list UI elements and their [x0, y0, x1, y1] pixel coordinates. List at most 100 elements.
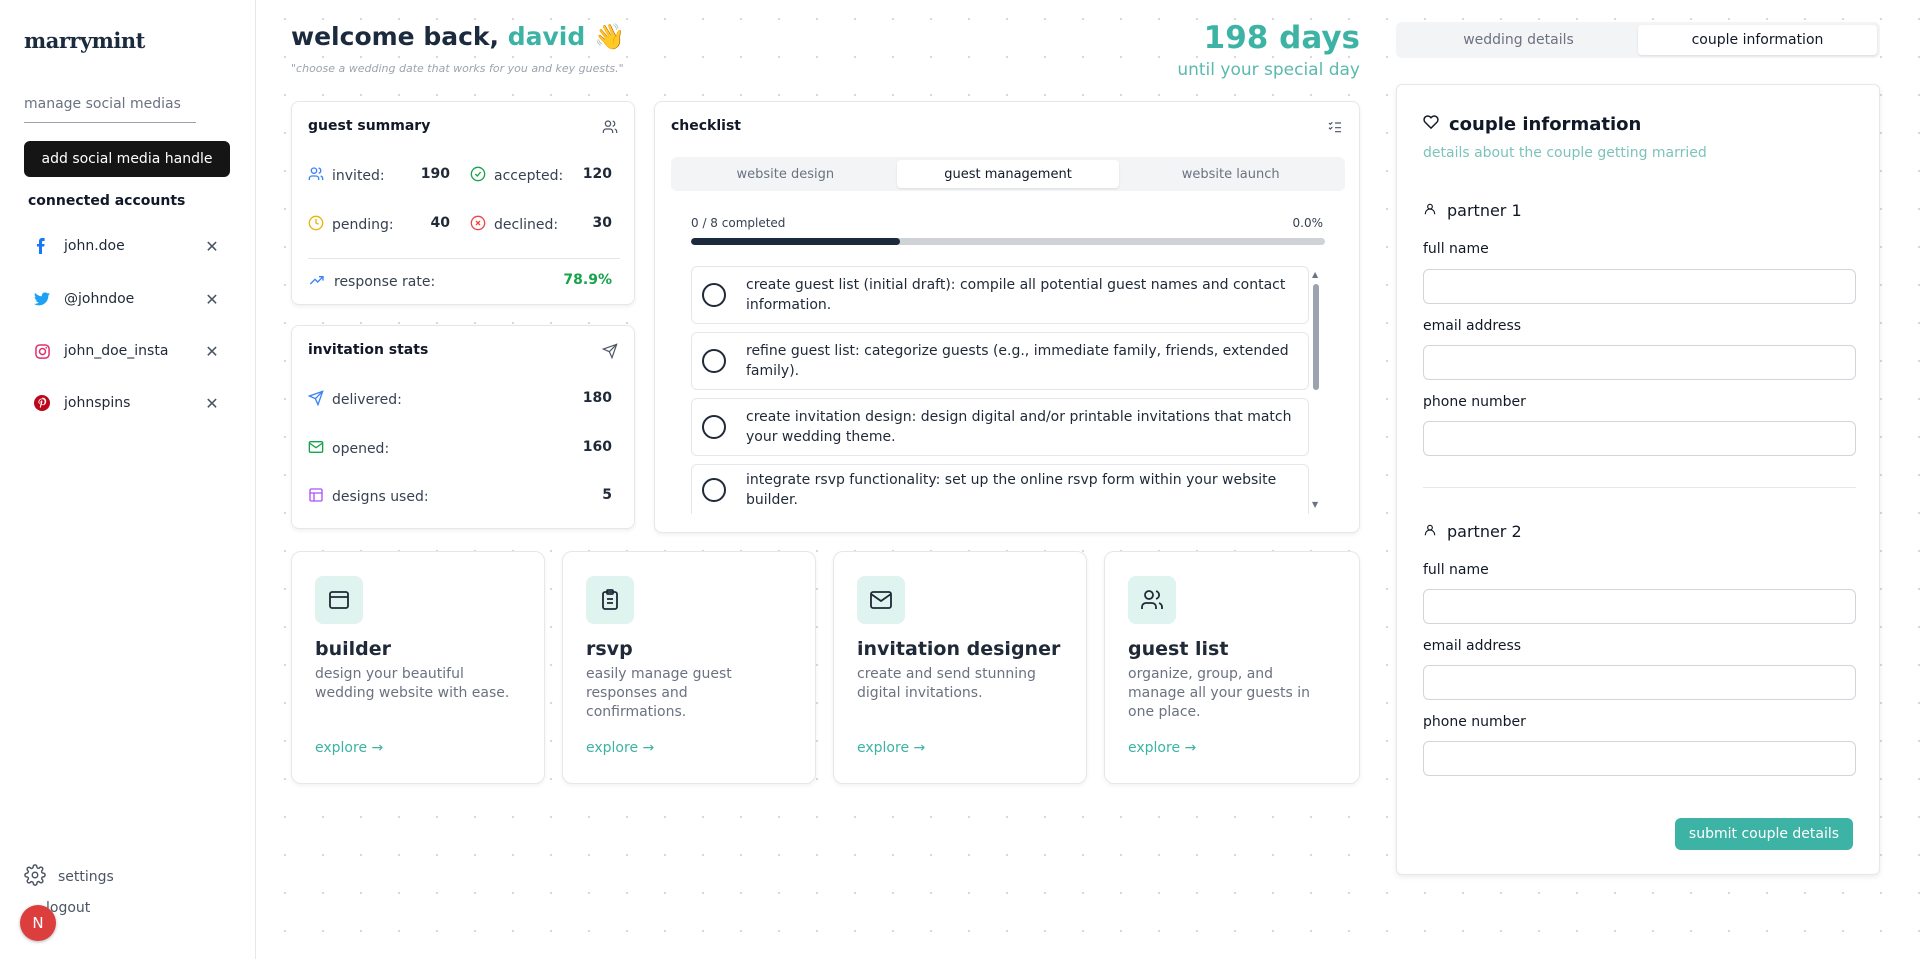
user-icon — [1423, 522, 1437, 541]
checkbox-circle[interactable] — [702, 349, 726, 373]
declined-stat: declined: — [470, 215, 558, 235]
app-logo[interactable]: marrymint — [24, 28, 145, 53]
checklist-card: checklist website design guest managemen… — [654, 101, 1360, 533]
accepted-label: accepted: — [494, 168, 564, 184]
settings-link[interactable]: settings — [24, 864, 114, 890]
account-row-pinterest: johnspins ✕ — [34, 391, 220, 415]
invited-stat: invited: — [308, 166, 385, 186]
task-text: create guest list (initial draft): compi… — [746, 277, 1286, 313]
details-tabs: wedding details couple information — [1396, 22, 1880, 58]
invitation-stats-card: invitation stats delivered: 180 opened: … — [291, 325, 635, 529]
scroll-down-arrow-icon[interactable]: ▼ — [1312, 500, 1318, 509]
guest-summary-card: guest summary invited: 190 accepted: 120… — [291, 101, 635, 305]
progress-bar-fill — [691, 238, 901, 245]
countdown-subtitle: until your special day — [1177, 60, 1360, 80]
partner-2-email-label: email address — [1423, 638, 1522, 654]
pending-stat: pending: — [308, 215, 394, 235]
accepted-value: 120 — [582, 166, 612, 182]
explore-link[interactable]: explore → — [1128, 740, 1196, 756]
remove-account-icon[interactable]: ✕ — [204, 342, 220, 361]
clipboard-icon — [586, 576, 634, 624]
add-social-media-handle-button[interactable]: add social media handle — [24, 141, 230, 177]
response-rate-label: response rate: — [334, 274, 436, 290]
divider — [308, 258, 620, 259]
guest-summary-title: guest summary — [308, 118, 431, 134]
progress-percent: 0.0% — [1292, 216, 1324, 230]
twitter-icon — [34, 291, 50, 307]
checklist-item[interactable]: refine guest list: categorize guests (e.… — [691, 332, 1309, 390]
explore-link[interactable]: explore → — [315, 740, 383, 756]
partner-1-email-input[interactable] — [1423, 345, 1856, 380]
account-row-twitter: @johndoe ✕ — [34, 287, 220, 311]
panel-title-text: couple information — [1449, 114, 1642, 135]
feature-card-guest-list[interactable]: guest list organize, group, and manage a… — [1104, 551, 1360, 784]
clock-icon — [308, 215, 324, 235]
users-icon — [602, 119, 618, 139]
remove-account-icon[interactable]: ✕ — [204, 237, 220, 256]
list-checks-icon — [1327, 119, 1343, 139]
manage-social-medias-label: manage social medias — [24, 96, 196, 123]
partner-1-phone-input[interactable] — [1423, 421, 1856, 456]
tab-couple-information[interactable]: couple information — [1638, 25, 1877, 55]
designs-used-label: designs used: — [332, 489, 429, 505]
facebook-icon — [34, 238, 50, 254]
response-rate-stat: response rate: — [308, 272, 435, 292]
pending-value: 40 — [430, 215, 450, 231]
account-row-facebook: john.doe ✕ — [34, 234, 220, 258]
partner-1-full-name-label: full name — [1423, 241, 1489, 257]
partner-2-full-name-input[interactable] — [1423, 589, 1856, 624]
pinterest-icon — [34, 395, 50, 411]
partner-2-phone-input[interactable] — [1423, 741, 1856, 776]
response-rate-value: 78.9% — [563, 272, 612, 288]
progress-bar — [691, 238, 1325, 245]
tab-website-launch[interactable]: website launch — [1119, 160, 1342, 188]
mail-icon — [308, 439, 324, 459]
partner-1-full-name-input[interactable] — [1423, 269, 1856, 304]
scrollbar-thumb[interactable] — [1313, 284, 1319, 390]
submit-couple-details-button[interactable]: submit couple details — [1675, 818, 1853, 850]
opened-stat: opened: — [308, 439, 389, 459]
feature-card-invitation-designer[interactable]: invitation designer create and send stun… — [833, 551, 1087, 784]
feature-description: easily manage guest responses and confir… — [586, 666, 732, 720]
partner-2-email-input[interactable] — [1423, 665, 1856, 700]
designs-used-value: 5 — [602, 487, 612, 503]
feature-description: organize, group, and manage all your gue… — [1128, 666, 1311, 720]
tab-guest-management[interactable]: guest management — [896, 160, 1120, 188]
scroll-up-arrow-icon[interactable]: ▲ — [1312, 270, 1318, 279]
welcome-subtitle: "choose a wedding date that works for yo… — [291, 62, 624, 75]
users-icon — [308, 166, 324, 186]
tab-wedding-details[interactable]: wedding details — [1399, 25, 1638, 55]
progress-label: 0 / 8 completed — [691, 216, 786, 230]
checkbox-circle[interactable] — [702, 477, 726, 502]
partner-1-email-label: email address — [1423, 318, 1522, 334]
partner-2-full-name-label: full name — [1423, 562, 1489, 578]
welcome-heading: welcome back, david 👋 — [291, 22, 625, 52]
remove-account-icon[interactable]: ✕ — [204, 290, 220, 309]
avatar[interactable]: N — [20, 905, 56, 941]
feature-title: rsvp — [586, 638, 633, 660]
wave-emoji: 👋 — [594, 22, 626, 51]
feature-card-builder[interactable]: builder design your beautiful wedding we… — [291, 551, 545, 784]
checklist-item[interactable]: create guest list (initial draft): compi… — [691, 266, 1309, 324]
explore-link[interactable]: explore → — [586, 740, 654, 756]
checkbox-circle[interactable] — [702, 415, 726, 439]
invited-value: 190 — [420, 166, 450, 182]
checklist-title: checklist — [671, 118, 741, 134]
account-handle: @johndoe — [64, 291, 135, 307]
checklist-item[interactable]: integrate rsvp functionality: set up the… — [691, 464, 1309, 514]
x-circle-icon — [470, 215, 486, 235]
gear-icon — [24, 864, 46, 890]
checklist-item[interactable]: create invitation design: design digital… — [691, 398, 1309, 456]
remove-account-icon[interactable]: ✕ — [204, 394, 220, 413]
heart-icon — [1423, 114, 1439, 135]
checkbox-circle[interactable] — [702, 283, 726, 307]
feature-card-rsvp[interactable]: rsvp easily manage guest responses and c… — [562, 551, 816, 784]
trending-up-icon — [308, 272, 326, 292]
delivered-stat: delivered: — [307, 390, 402, 410]
checklist-scrollbar[interactable]: ▲ ▼ — [1311, 270, 1321, 510]
explore-link[interactable]: explore → — [857, 740, 925, 756]
invited-label: invited: — [332, 168, 385, 184]
instagram-icon — [34, 343, 50, 359]
task-text: refine guest list: categorize guests (e.… — [746, 343, 1289, 379]
tab-website-design[interactable]: website design — [674, 160, 897, 188]
